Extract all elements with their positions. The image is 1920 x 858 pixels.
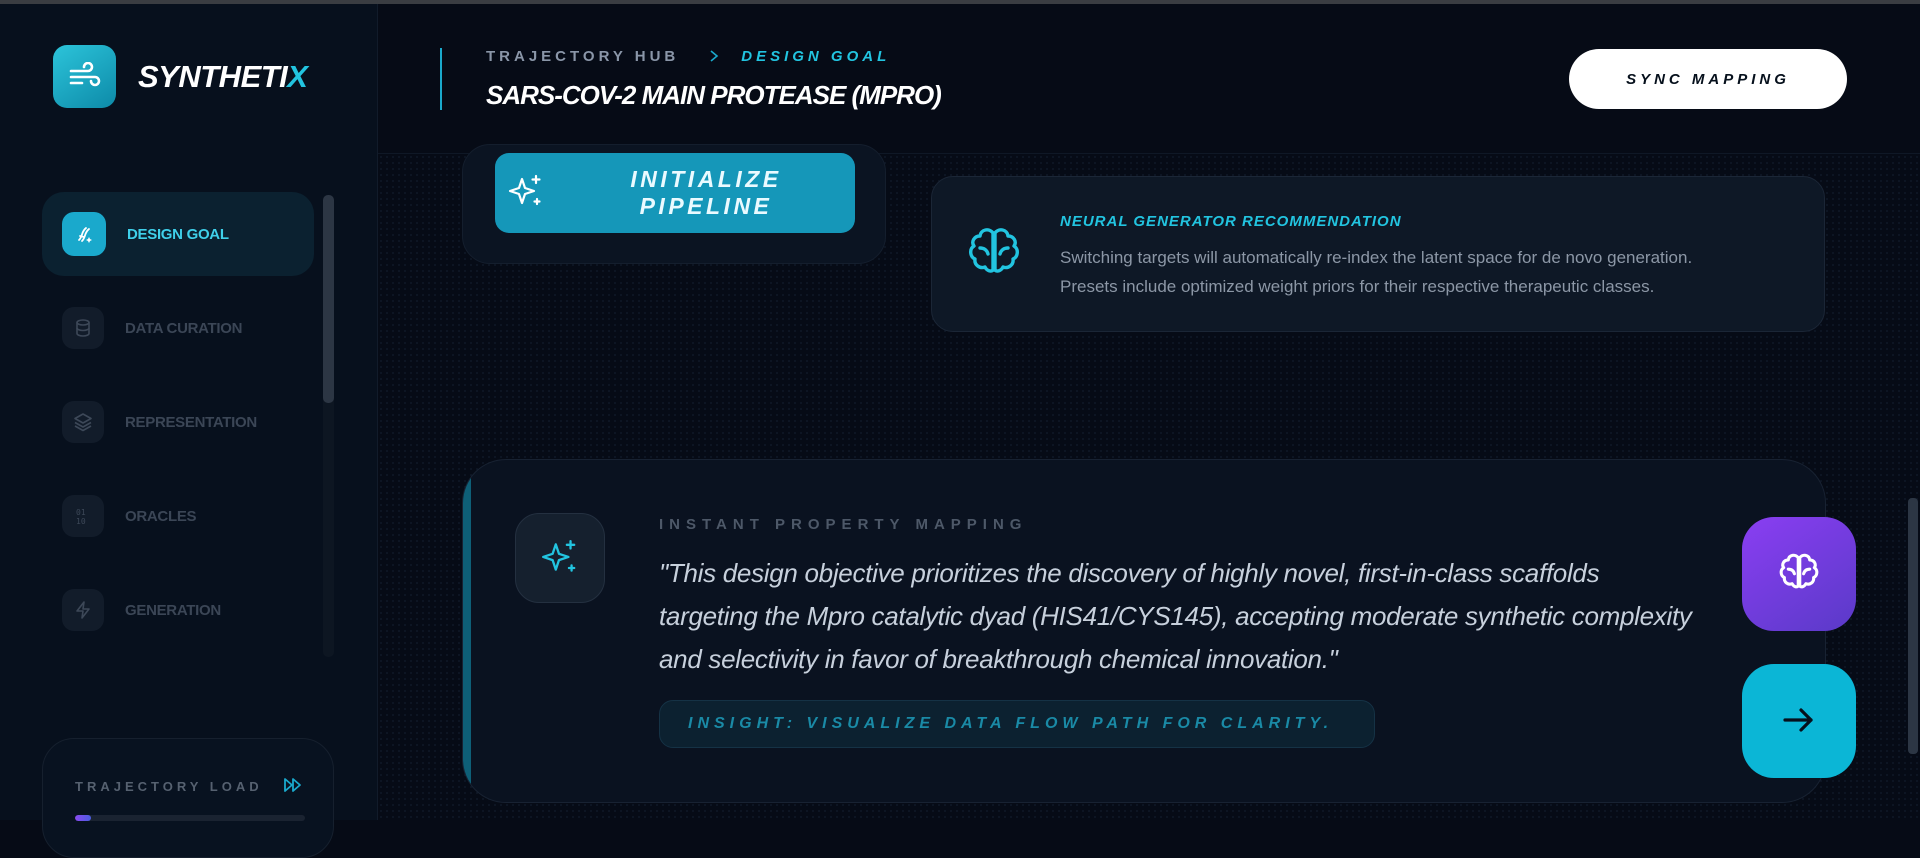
breadcrumb: TRAJECTORY HUB DESIGN GOAL [486,48,890,65]
layers-icon [62,401,104,443]
recommendation-card: NEURAL GENERATOR RECOMMENDATION Switchin… [931,176,1825,332]
pipeline-card: INITIALIZE PIPELINE [462,144,886,264]
chevron-right-icon [709,49,719,65]
mapping-quote: "This design objective prioritizes the d… [659,552,1789,681]
recommendation-line: Switching targets will automatically re-… [1060,248,1693,267]
sidebar-item-label: ORACLES [125,507,197,525]
sidebar-item-representation[interactable]: REPRESENTATION [42,380,314,464]
mapping-label: INSTANT PROPERTY MAPPING [659,516,1028,533]
sidebar-item-label: DATA CURATION [125,319,243,337]
ai-assistant-button[interactable] [1742,517,1856,631]
trajectory-load-label: TRAJECTORY LOAD [75,779,263,794]
mapping-quote-line: and selectivity in favor of breakthrough… [659,644,1338,674]
sidebar-item-oracles[interactable]: 01 10 ORACLES [42,474,314,558]
bolt-icon [62,589,104,631]
sidebar-item-design-goal[interactable]: DESIGN GOAL [42,192,314,276]
trajectory-load-card: TRAJECTORY LOAD [42,738,334,858]
sidebar-item-label: DESIGN GOAL [127,225,229,243]
database-icon [62,307,104,349]
arrow-right-icon [1781,705,1817,738]
dna-sparkle-icon [62,212,106,256]
logo-wind-icon[interactable] [53,45,116,108]
recommendation-text: Switching targets will automatically re-… [1060,243,1800,301]
sync-mapping-button[interactable]: SYNC MAPPING [1569,49,1847,109]
property-mapping-card: INSTANT PROPERTY MAPPING "This design ob… [462,459,1826,803]
sidebar-scrollbar-thumb[interactable] [323,195,334,403]
brain-icon [964,223,1024,288]
trajectory-load-bar [75,815,305,821]
sidebar-scrollbar[interactable] [323,195,334,657]
insight-pill: INSIGHT: VISUALIZE DATA FLOW PATH FOR CL… [659,700,1375,748]
svg-text:10: 10 [76,517,86,526]
breadcrumb-current: DESIGN GOAL [741,48,891,65]
next-step-button[interactable] [1742,664,1856,778]
page-title: SARS-COV-2 MAIN PROTEASE (MPRO) [486,80,942,110]
trajectory-load-fill [75,815,92,821]
recommendation-title: NEURAL GENERATOR RECOMMENDATION [1060,213,1402,230]
main-content: INITIALIZE PIPELINE NEURAL GENERATOR REC… [378,144,1920,820]
mapping-quote-line: "This design objective prioritizes the d… [659,558,1600,588]
recommendation-line: Presets include optimized weight priors … [1060,277,1655,296]
sidebar-item-label: REPRESENTATION [125,413,257,431]
mapping-quote-line: targeting the Mpro catalytic dyad (HIS41… [659,601,1692,631]
sidebar: SYNTHETIX DESIGN GOAL DATA CURATION REPR… [0,4,378,858]
header-accent-rule [440,48,442,110]
brand-name-accent: X [287,59,308,94]
brain-icon [1776,550,1822,599]
top-header: TRAJECTORY HUB DESIGN GOAL SARS-COV-2 MA… [378,4,1920,154]
sparkles-icon [507,173,545,214]
svg-text:01: 01 [76,508,86,517]
fast-forward-icon[interactable] [283,777,303,798]
initialize-pipeline-label: INITIALIZE PIPELINE [630,166,782,219]
initialize-pipeline-button[interactable]: INITIALIZE PIPELINE [495,153,855,233]
binary-icon: 01 10 [62,495,104,537]
sidebar-item-generation[interactable]: GENERATION [42,568,314,652]
brand-name: SYNTHETIX [138,59,308,95]
page-scrollbar-thumb[interactable] [1908,498,1918,754]
mapping-accent-bar [463,460,471,802]
mapping-sparkles-icon [515,513,605,603]
sidebar-item-data-curation[interactable]: DATA CURATION [42,286,314,370]
sidebar-nav: DESIGN GOAL DATA CURATION REPRESENTATION… [42,192,314,662]
brand-name-main: SYNTHETI [138,59,288,94]
sidebar-item-label: GENERATION [125,601,221,619]
breadcrumb-hub[interactable]: TRAJECTORY HUB [486,48,679,65]
